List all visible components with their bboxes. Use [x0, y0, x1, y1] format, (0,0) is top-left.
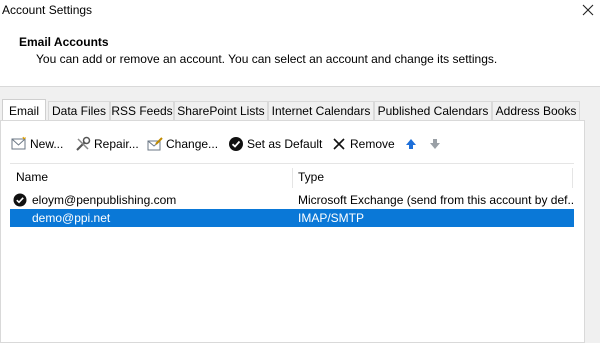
repair-tools-icon: [76, 136, 91, 151]
repair-button[interactable]: Repair...: [75, 134, 139, 154]
account-name: eloym@penpublishing.com: [32, 193, 177, 207]
account-row[interactable]: eloym@penpublishing.com Microsoft Exchan…: [10, 191, 574, 209]
arrow-up-icon: [406, 139, 416, 149]
tab-address-books[interactable]: Address Books: [492, 101, 580, 120]
set-as-default-label: Set as Default: [247, 137, 323, 151]
account-type: Microsoft Exchange (send from this accou…: [298, 193, 574, 207]
dialog-body: Email Data Files RSS Feeds SharePoint Li…: [0, 87, 600, 343]
column-divider[interactable]: [292, 168, 293, 188]
tab-data-files[interactable]: Data Files: [48, 101, 110, 120]
title-bar: Account Settings: [0, 0, 600, 22]
account-list[interactable]: Name Type eloym@penpublishing.com Micros…: [10, 163, 574, 340]
move-up-button[interactable]: [403, 134, 419, 154]
close-button[interactable]: [576, 0, 600, 20]
tab-strip: Email Data Files RSS Feeds SharePoint Li…: [0, 99, 600, 121]
remove-x-icon: [333, 138, 345, 150]
repair-button-label: Repair...: [94, 137, 139, 151]
tab-sharepoint-lists[interactable]: SharePoint Lists: [174, 101, 268, 120]
new-account-icon: [11, 136, 26, 150]
column-header-name[interactable]: Name: [16, 165, 48, 189]
move-down-button[interactable]: [427, 134, 443, 154]
window-title: Account Settings: [2, 3, 93, 17]
change-button[interactable]: Change...: [147, 134, 218, 154]
account-type: IMAP/SMTP: [298, 211, 365, 225]
tab-rss-feeds[interactable]: RSS Feeds: [110, 101, 174, 120]
default-account-check-icon: [13, 193, 27, 207]
tab-published-calendars[interactable]: Published Calendars: [374, 101, 492, 120]
new-button[interactable]: New...: [11, 134, 63, 154]
remove-button-label: Remove: [350, 137, 395, 151]
set-as-default-button[interactable]: Set as Default: [228, 134, 322, 154]
header-panel: Email Accounts You can add or remove an …: [0, 22, 600, 87]
close-icon: [582, 4, 594, 16]
remove-button[interactable]: Remove: [331, 134, 395, 154]
arrow-down-icon: [430, 139, 440, 149]
section-description: You can add or remove an account. You ca…: [36, 52, 498, 66]
column-divider[interactable]: [572, 168, 573, 188]
account-name: demo@ppi.net: [32, 211, 111, 225]
change-settings-icon: [147, 137, 163, 151]
account-row[interactable]: demo@ppi.net IMAP/SMTP: [10, 209, 574, 227]
section-title: Email Accounts: [19, 35, 109, 49]
checkmark-circle-icon: [229, 137, 243, 151]
email-tab-panel: New... Repair... Change... Set as Defaul…: [0, 120, 585, 343]
tab-internet-calendars[interactable]: Internet Calendars: [268, 101, 374, 120]
tab-email[interactable]: Email: [2, 99, 46, 120]
toolbar: New... Repair... Change... Set as Defaul…: [11, 134, 571, 154]
change-button-label: Change...: [166, 137, 219, 151]
new-button-label: New...: [30, 137, 64, 151]
column-header-type[interactable]: Type: [298, 165, 324, 189]
